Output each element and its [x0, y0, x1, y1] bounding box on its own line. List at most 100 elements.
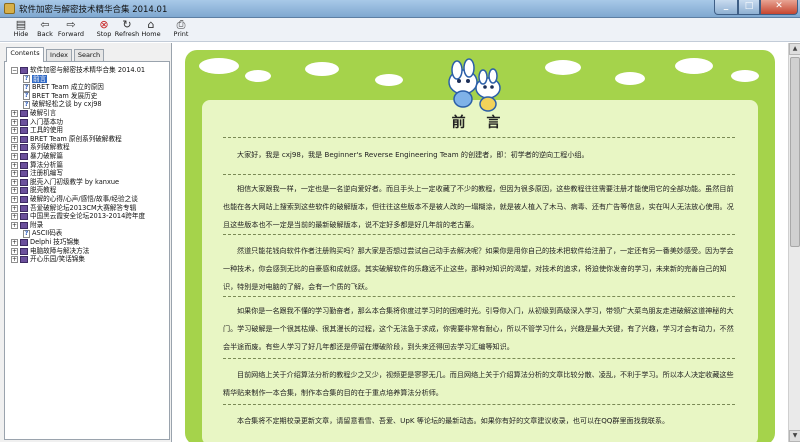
help-page-icon: ?: [23, 83, 30, 92]
article-paragraph: 本合集将不定期校录更新文章，请留意看雪、吾爱、UpK 等论坛的最新动态。如果你有…: [237, 416, 670, 425]
book-icon: [20, 127, 28, 135]
divider: [223, 296, 735, 297]
tree-item-folder[interactable]: + 开心乐园/笑话锦集: [11, 255, 85, 264]
tree-item-label: 电脑故障与解决方法: [30, 246, 90, 255]
contents-tree[interactable]: − 软件加密与解密技术精华合集 2014.01? 前言? BRET Team 成立的原…: [4, 61, 170, 440]
tab-contents[interactable]: Contents: [6, 47, 44, 62]
title-bar: 软件加密与解密技术精华合集 2014.01 _ □ ✕: [0, 0, 800, 18]
book-icon: [20, 213, 28, 221]
expand-icon[interactable]: +: [11, 178, 18, 186]
home-button[interactable]: ⌂ Home: [136, 19, 166, 41]
cloud-decoration: [199, 58, 239, 74]
refresh-icon: ↻: [122, 18, 132, 31]
cloud-decoration: [545, 60, 581, 75]
minimize-button[interactable]: _: [714, 0, 738, 15]
book-icon: [20, 144, 28, 152]
article-paragraph: 目前网络上关于介绍算法分析的教程少之又少，视频更是寥寥无几。而且网络上关于介绍算…: [223, 370, 734, 397]
book-icon: [20, 239, 28, 246]
scroll-thumb[interactable]: [790, 57, 800, 247]
article-paragraph: 如果你是一名跟我不懂的学习勤奋者，那么本合集将你度过学习时的困难时光。引导你入门…: [223, 306, 734, 351]
collapse-icon[interactable]: −: [11, 67, 18, 74]
book-icon: [20, 221, 28, 229]
print-button[interactable]: ⎙ Print: [166, 19, 196, 41]
book-icon: [20, 247, 28, 255]
expand-icon[interactable]: +: [11, 135, 18, 143]
close-button[interactable]: ✕: [760, 0, 798, 15]
tree-item-label: ASCII码表: [32, 229, 63, 238]
expand-icon[interactable]: +: [11, 153, 18, 160]
tree-item-label: Delphi 技巧锦集: [30, 238, 80, 246]
tree-item-label: 中国黑云霞安全论坛2013-2014跨年度: [30, 212, 146, 221]
book-icon: [20, 187, 28, 195]
book-icon: [20, 118, 28, 126]
tree-item-label: BRET Team 发展历史: [32, 91, 98, 100]
expand-icon[interactable]: +: [11, 213, 18, 221]
tab-search[interactable]: Search: [74, 49, 104, 61]
book-icon: [20, 178, 28, 186]
expand-icon[interactable]: +: [11, 221, 18, 229]
tree-item-label: 软件加密与解密技术精华合集 2014.01: [30, 66, 146, 74]
tab-index[interactable]: Index: [46, 49, 72, 61]
expand-icon[interactable]: +: [11, 239, 18, 246]
divider: [223, 137, 735, 138]
divider: [223, 234, 735, 235]
expand-icon[interactable]: +: [11, 110, 18, 117]
article-paragraph: 然道只能花钱向软件作者注册购买吗？那大家是否想过尝试自己动手去解决呢？如果你是用…: [223, 246, 734, 291]
book-icon: [20, 196, 28, 203]
article-paragraph: 相信大家跟我一样，一定也是一名逆向爱好者。而且手头上一定收藏了不少的教程，但因为…: [223, 184, 734, 229]
expand-icon[interactable]: +: [11, 161, 18, 169]
help-page-icon: ?: [23, 100, 30, 109]
expand-icon[interactable]: +: [11, 118, 18, 126]
maximize-button[interactable]: □: [738, 0, 760, 15]
print-icon: ⎙: [176, 18, 186, 31]
divider: [223, 404, 735, 405]
expand-icon[interactable]: +: [11, 127, 18, 135]
tree-item-label: 破解轻松之谈 by cxj98: [32, 100, 102, 109]
tree-item-label: 附录: [30, 220, 44, 229]
stop-icon: ⊗: [99, 18, 109, 31]
scroll-down-arrow-icon[interactable]: ▼: [789, 430, 800, 442]
tree-item-label: 注册机编写: [30, 169, 63, 178]
help-page-icon: ?: [23, 92, 30, 101]
help-page-icon: ?: [23, 229, 30, 238]
tree-item-label: 暴力破解篇: [30, 152, 63, 160]
book-icon: [20, 153, 28, 160]
tree-item-label: 开心乐园/笑话锦集: [30, 255, 85, 264]
mascot-illustration: [448, 58, 501, 112]
expand-icon[interactable]: +: [11, 247, 18, 255]
help-page-icon: ?: [23, 75, 30, 84]
cloud-decoration: [245, 70, 271, 82]
home-icon: ⌂: [147, 18, 155, 31]
tree-item-label: 工具的使用: [30, 126, 63, 135]
expand-icon[interactable]: +: [11, 204, 18, 212]
book-icon: [20, 67, 28, 74]
cloud-decoration: [731, 70, 759, 82]
article-page: 前 言 大家好，我是 cxj98，我是 Beginner's Reverse E…: [185, 50, 775, 442]
navigation-pane: Contents Index Search − 软件加密与解密技术精华合集 201…: [0, 43, 172, 442]
tree-item-label: 脱壳入门初级教学 by kanxue: [30, 177, 120, 186]
article-paragraph: 大家好，我是 cxj98，我是 Beginner's Reverse Engin…: [237, 150, 589, 159]
toolbar: ▤ Hide ⇦ Back ⇨ Forward ⊗ Stop ↻ Refresh…: [0, 18, 800, 42]
forward-button[interactable]: ⇨ Forward: [56, 19, 86, 41]
book-icon: [20, 256, 28, 264]
tree-item-label: 入门基本功: [30, 117, 63, 126]
window-title: 软件加密与解密技术精华合集 2014.01: [19, 5, 168, 15]
scroll-up-arrow-icon[interactable]: ▲: [789, 43, 800, 55]
tree-item-label: 破解引言: [30, 109, 57, 117]
expand-icon[interactable]: +: [11, 256, 18, 264]
tree-item-label: 系列破解教程: [30, 143, 70, 152]
expand-icon[interactable]: +: [11, 196, 18, 203]
expand-icon[interactable]: +: [11, 187, 18, 195]
book-icon: [20, 170, 28, 178]
cloud-decoration: [305, 62, 339, 76]
content-scrollbar[interactable]: ▲ ▼: [788, 43, 800, 442]
cloud-decoration: [675, 58, 713, 74]
tree-item-label: 前言: [32, 74, 48, 83]
expand-icon[interactable]: +: [11, 170, 18, 178]
article-title: 前 言: [451, 115, 509, 131]
cloud-decoration: [375, 74, 403, 86]
divider: [223, 174, 735, 175]
content-pane: 前 言 大家好，我是 cxj98，我是 Beginner's Reverse E…: [173, 43, 800, 442]
tree-item-label: 破解的心得/心声/感悟/故事/经验之谈: [30, 195, 138, 203]
expand-icon[interactable]: +: [11, 144, 18, 152]
